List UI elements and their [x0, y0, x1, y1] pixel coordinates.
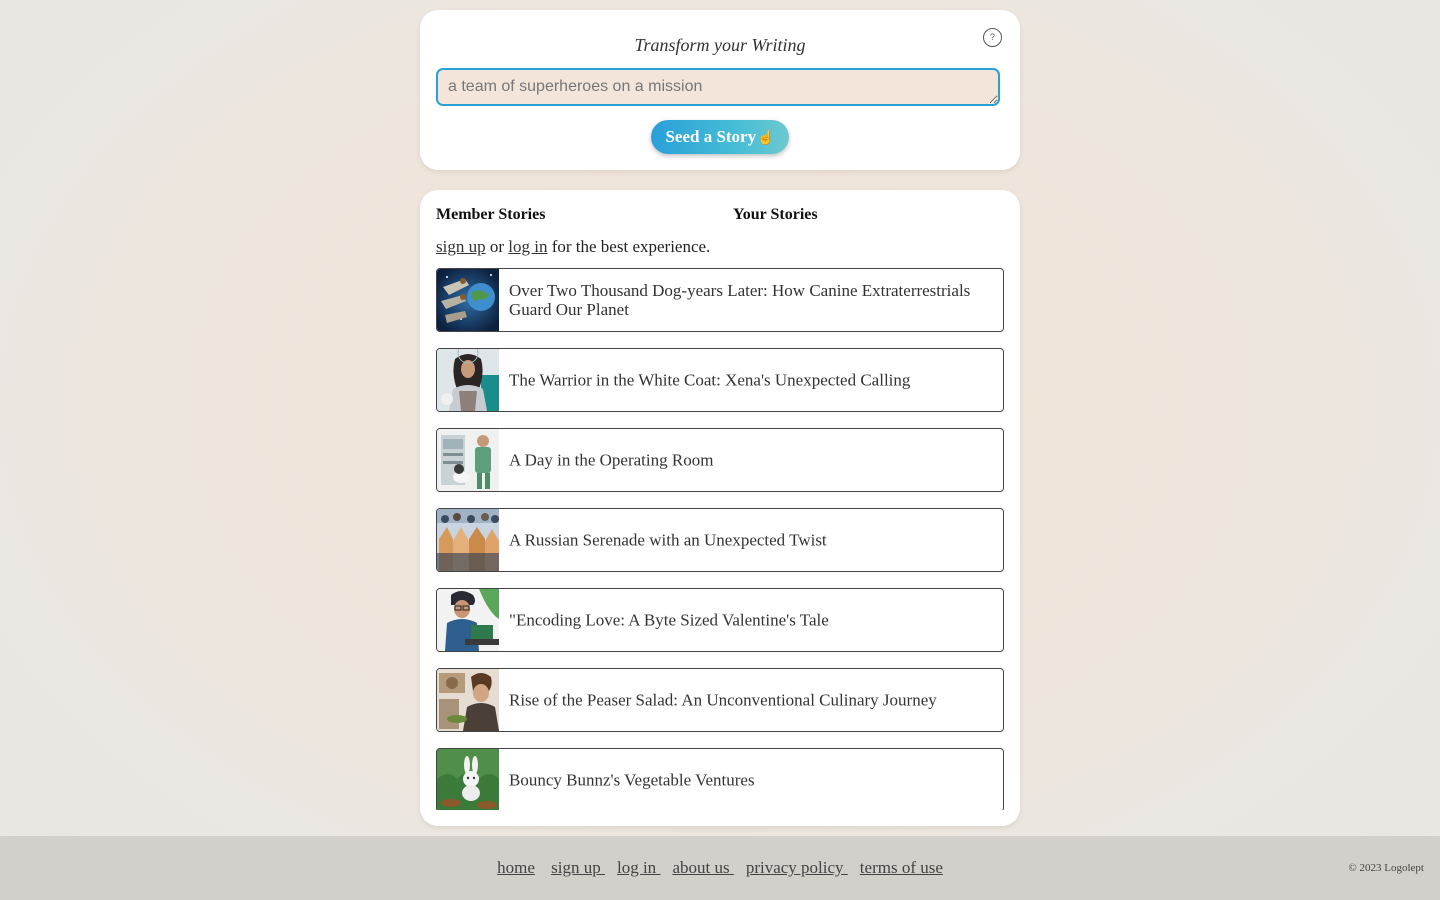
- story-thumbnail-surgeon-dog-icon: [437, 429, 499, 491]
- page-background: Transform your Writing ? Seed a Story☝ M…: [0, 0, 1440, 836]
- member-story-list[interactable]: Over Two Thousand Dog-years Later: How C…: [436, 268, 1004, 810]
- story-title: A Day in the Operating Room: [509, 450, 714, 470]
- story-item[interactable]: A Russian Serenade with an Unexpected Tw…: [436, 508, 1004, 572]
- story-thumbnail-bunny-garden-icon: [437, 749, 499, 810]
- story-title: A Russian Serenade with an Unexpected Tw…: [509, 530, 827, 550]
- story-item[interactable]: A Day in the Operating Room: [436, 428, 1004, 492]
- story-title: The Warrior in the White Coat: Xena's Un…: [509, 370, 911, 390]
- story-thumbnail-warrior-woman-icon: [437, 349, 499, 411]
- stories-card: Member Stories Your Stories sign up or l…: [420, 190, 1020, 826]
- stories-tabs: Member Stories Your Stories: [436, 206, 1004, 226]
- story-thumbnail-coder-man-icon: [437, 589, 499, 651]
- seed-a-story-button[interactable]: Seed a Story☝: [651, 120, 789, 154]
- story-title: Bouncy Bunnz's Vegetable Ventures: [509, 770, 755, 790]
- sign-up-link[interactable]: sign up: [436, 237, 486, 256]
- footer-link-terms-of-use[interactable]: terms of use: [860, 858, 943, 877]
- footer-link-home[interactable]: home: [497, 858, 535, 877]
- story-item[interactable]: Bouncy Bunnz's Vegetable Ventures: [436, 748, 1004, 810]
- auth-prompt: sign up or log in for the best experienc…: [436, 237, 710, 257]
- auth-suffix-text: for the best experience.: [547, 237, 711, 256]
- footer-link-about-us[interactable]: about us: [672, 858, 733, 877]
- footer: home sign up log in about us privacy pol…: [0, 836, 1440, 900]
- story-title: Over Two Thousand Dog-years Later: How C…: [509, 281, 971, 319]
- story-thumbnail-planet-dogs-icon: [437, 269, 499, 331]
- story-title: Rise of the Peaser Salad: An Unconventio…: [509, 690, 937, 710]
- auth-or-text: or: [485, 237, 509, 256]
- seed-a-story-button-label: Seed a Story: [665, 127, 757, 146]
- log-in-link[interactable]: log in: [508, 237, 547, 256]
- copyright-text: © 2023 Logolept: [1348, 862, 1424, 874]
- story-prompt-input[interactable]: [436, 68, 1000, 106]
- story-item[interactable]: Over Two Thousand Dog-years Later: How C…: [436, 268, 1004, 332]
- story-item[interactable]: Rise of the Peaser Salad: An Unconventio…: [436, 668, 1004, 732]
- story-item[interactable]: The Warrior in the White Coat: Xena's Un…: [436, 348, 1004, 412]
- story-title: "Encoding Love: A Byte Sized Valentine's…: [509, 610, 829, 630]
- story-thumbnail-chef-man-icon: [437, 669, 499, 731]
- seed-card-title: Transform your Writing: [634, 35, 806, 55]
- tab-your-stories[interactable]: Your Stories: [733, 206, 818, 224]
- seed-story-card: Transform your Writing ? Seed a Story☝: [420, 10, 1020, 170]
- pointing-hand-icon: ☝: [757, 131, 775, 146]
- story-item[interactable]: "Encoding Love: A Byte Sized Valentine's…: [436, 588, 1004, 652]
- footer-link-sign-up[interactable]: sign up: [551, 858, 605, 877]
- help-icon[interactable]: ?: [983, 28, 1002, 47]
- footer-link-privacy-policy[interactable]: privacy policy: [746, 858, 848, 877]
- tab-member-stories[interactable]: Member Stories: [436, 206, 545, 224]
- footer-link-log-in[interactable]: log in: [617, 858, 660, 877]
- footer-nav: home sign up log in about us privacy pol…: [0, 858, 1440, 878]
- story-thumbnail-crowd-dogs-icon: [437, 509, 499, 571]
